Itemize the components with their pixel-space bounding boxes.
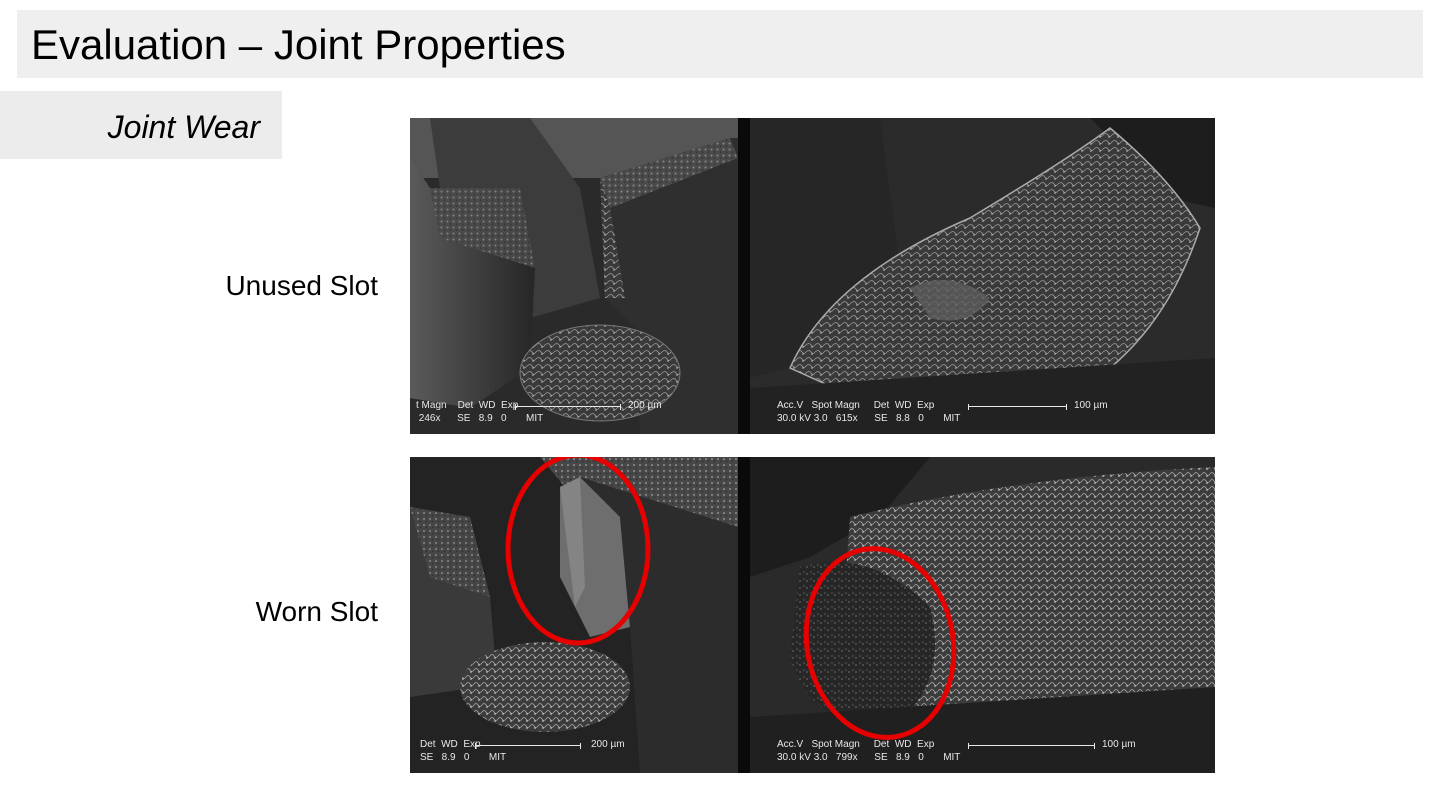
sem-info-worn-right: Acc.V Spot Magn Det WD Exp 30.0 kV 3.0 7… [777,738,960,764]
slide-title: Evaluation – Joint Properties [31,21,566,68]
sem-info-line: 30.0 kV 3.0 799x SE 8.9 0 MIT [777,752,961,763]
sem-info-worn-left: Det WD Exp SE 8.9 0 MIT [420,738,506,764]
sem-info-line: SE 8.9 0 MIT [420,752,507,763]
scale-label: 100 µm [1102,739,1136,750]
sem-micrograph-unused [410,118,1215,434]
scale-label: 200 µm [591,739,625,750]
row-label-unused: Unused Slot [225,270,378,301]
scale-bar [475,743,581,749]
row-label-worn: Worn Slot [255,596,378,627]
sem-micrograph-worn [410,457,1215,773]
sem-info-line: Det WD Exp [420,739,481,750]
sem-info-line: 30.0 kV 3.0 615x SE 8.8 0 MIT [777,413,961,424]
scale-bar [968,743,1095,749]
sem-image-unused: t Magn Det WD Exp 246x SE 8.9 0 MIT 200 … [410,118,1215,434]
sem-info-line: t Magn Det WD Exp [416,400,519,411]
sem-info-line: 246x SE 8.9 0 MIT [416,413,544,424]
subtitle-bar: Joint Wear [0,91,282,159]
scale-bar [968,404,1067,410]
sem-info-line: Acc.V Spot Magn Det WD Exp [777,739,935,750]
scale-label: 200 µm [628,400,662,411]
scale-bar [515,404,621,410]
sem-info-unused-right: Acc.V Spot Magn Det WD Exp 30.0 kV 3.0 6… [777,399,960,425]
sem-image-worn: Det WD Exp SE 8.9 0 MIT 200 µm Acc.V Spo… [410,457,1215,773]
title-bar: Evaluation – Joint Properties [17,10,1423,78]
scale-label: 100 µm [1074,400,1108,411]
sem-info-unused-left: t Magn Det WD Exp 246x SE 8.9 0 MIT [416,399,543,425]
sem-info-line: Acc.V Spot Magn Det WD Exp [777,400,935,411]
slide-subtitle: Joint Wear [107,109,260,145]
